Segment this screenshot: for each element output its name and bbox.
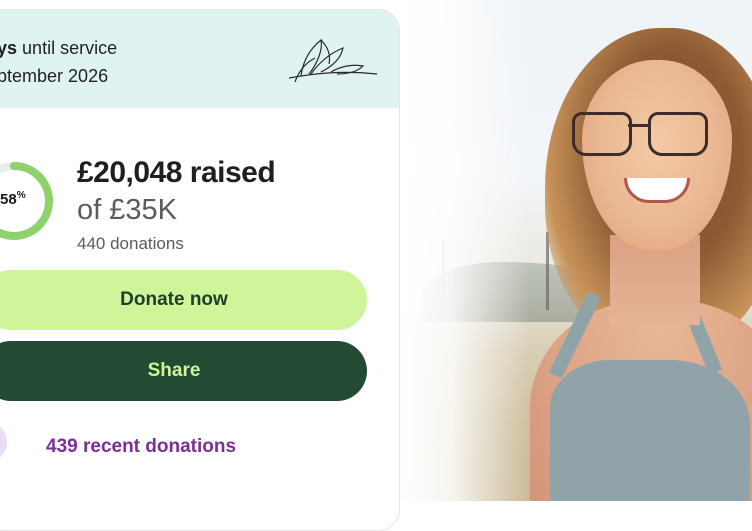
fundraiser-card: ays until service eptember 2026 58% £20,… xyxy=(0,9,400,531)
progress-percent-sign: % xyxy=(16,190,26,201)
photo-glasses xyxy=(648,112,708,156)
donation-count: 440 donations xyxy=(77,234,184,253)
progress-percent-value: 58 xyxy=(0,191,17,208)
photo-glasses xyxy=(572,112,632,156)
progress-percent: 58% xyxy=(0,190,26,208)
photo-top xyxy=(550,360,750,501)
recent-donations-link[interactable]: 439 recent donations xyxy=(46,436,236,458)
days-until-service: ays until service xyxy=(0,38,117,59)
amount-raised: £20,048 raised xyxy=(77,156,276,189)
target-amount: of £35K xyxy=(77,194,177,226)
photo-glasses-bridge xyxy=(628,124,650,127)
service-date: eptember 2026 xyxy=(0,66,109,86)
donate-now-button[interactable]: Donate now xyxy=(0,270,367,330)
fundraiser-photo xyxy=(400,0,752,501)
until-service-label: until service xyxy=(17,38,118,58)
lily-flower-icon xyxy=(288,38,378,83)
trending-up-icon xyxy=(0,422,7,462)
photo-fade xyxy=(400,0,530,501)
days-label: ays xyxy=(0,38,18,58)
share-button[interactable]: Share xyxy=(0,341,367,401)
service-countdown-banner: ays until service eptember 2026 xyxy=(0,10,399,108)
